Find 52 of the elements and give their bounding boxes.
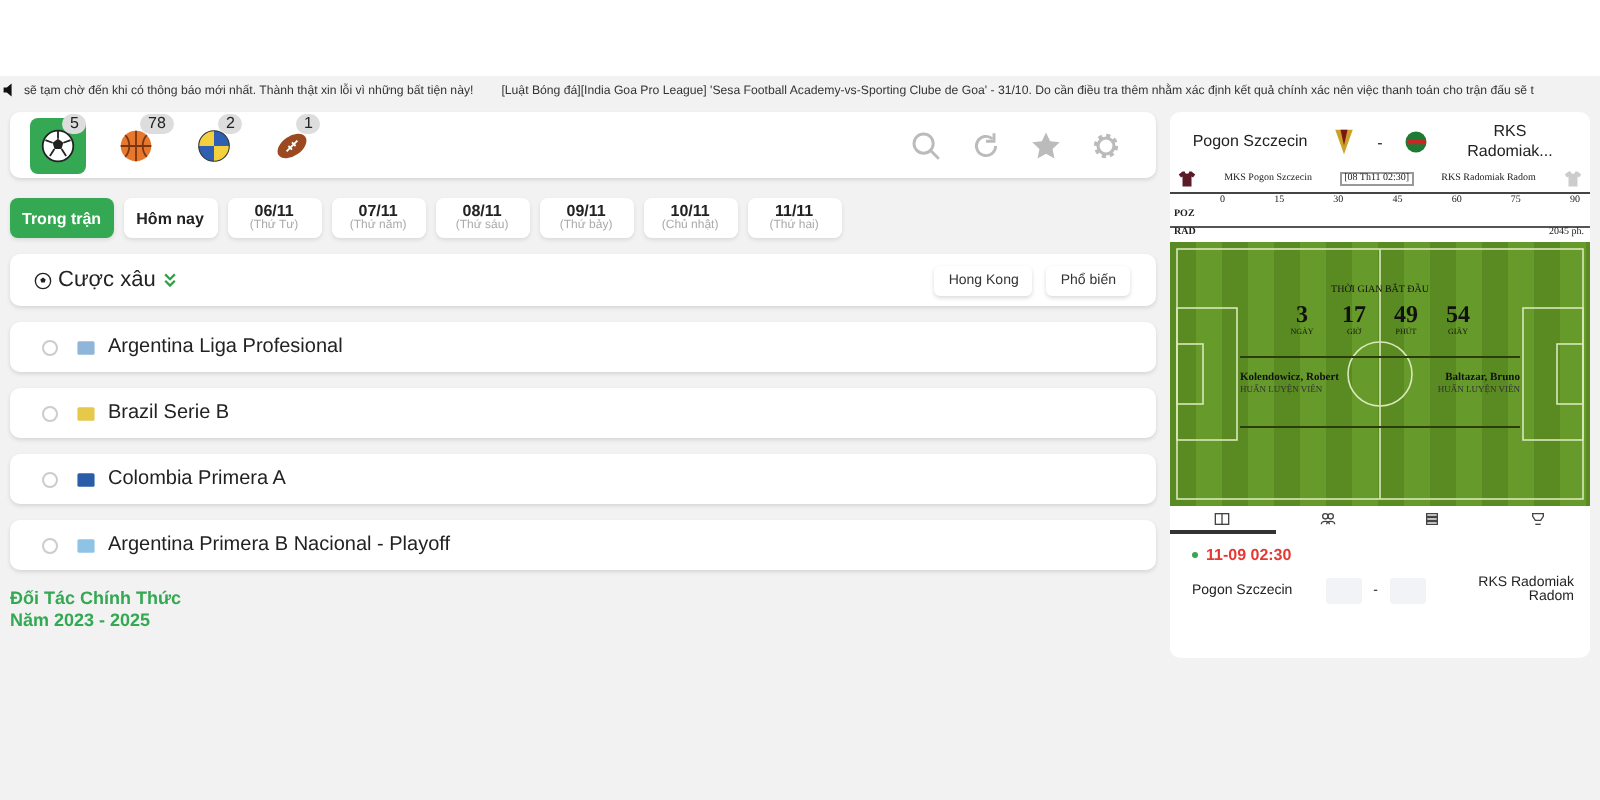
sport-tab[interactable]: [30, 117, 86, 173]
status-dot-icon: [1192, 552, 1198, 558]
basketball-icon: [118, 127, 154, 163]
countdown-value: 3: [1296, 302, 1308, 326]
separator: -: [1377, 133, 1383, 151]
partner-text: Năm 2023 - 2025: [10, 610, 153, 632]
league-name: Argentina Primera B Nacional - Playoff: [108, 534, 451, 556]
match-time: 11-09 02:30: [1206, 546, 1292, 564]
search-icon[interactable]: [910, 129, 942, 161]
soccer-ball-icon: [40, 127, 76, 163]
countdown-value: 49: [1394, 302, 1418, 326]
radio-button[interactable]: [42, 405, 58, 421]
volleyball-icon: [196, 127, 232, 163]
count-badge: 1: [296, 113, 321, 133]
league-row[interactable]: Argentina Primera B Nacional - Playoff: [10, 520, 1156, 570]
team-name: RKS Radomiak...: [1465, 122, 1555, 162]
league-logo-icon: [74, 401, 98, 425]
list-icon: [1424, 511, 1441, 525]
shirt-icon: [1564, 170, 1582, 188]
soccer-ball-icon: [34, 271, 52, 289]
star-icon[interactable]: [1030, 129, 1062, 161]
people-icon: [1319, 511, 1336, 525]
league-row[interactable]: Brazil Serie B: [10, 388, 1156, 438]
countdown-value: 17: [1342, 302, 1366, 326]
league-row[interactable]: Argentina Liga Profesional: [10, 322, 1156, 372]
league-logo-icon: [74, 533, 98, 557]
countdown-value: 54: [1446, 302, 1470, 326]
settings-icon[interactable]: [1090, 129, 1122, 161]
section-title: Cược xâu: [58, 268, 156, 292]
scoreboard-icon: [1214, 511, 1231, 525]
speaker-icon: [2, 82, 18, 98]
count-badge: 78: [140, 113, 174, 133]
pennant-icon: [1331, 128, 1356, 156]
league-name: Argentina Liga Profesional: [108, 336, 343, 358]
count-badge: 2: [218, 113, 243, 133]
radio-button[interactable]: [42, 339, 58, 355]
radio-button[interactable]: [42, 537, 58, 553]
count-badge: 5: [62, 113, 87, 133]
cup-icon: [1529, 511, 1546, 525]
league-name: Colombia Primera A: [108, 468, 286, 490]
league-name: Brazil Serie B: [108, 402, 230, 424]
league-row[interactable]: Colombia Primera A: [10, 454, 1156, 504]
league-logo-icon: [74, 335, 98, 359]
radio-button[interactable]: [42, 471, 58, 487]
date-tab[interactable]: Hôm nay: [123, 198, 218, 238]
team-name: Pogon Szczecin: [1190, 132, 1310, 152]
league-logo-icon: [74, 467, 98, 491]
crest-icon: [1404, 128, 1429, 156]
shirt-icon: [1178, 170, 1196, 188]
refresh-icon[interactable]: [970, 129, 1002, 161]
partner-text: Đối Tác Chính Thức: [10, 588, 184, 610]
double-chevron-icon[interactable]: [161, 272, 178, 288]
